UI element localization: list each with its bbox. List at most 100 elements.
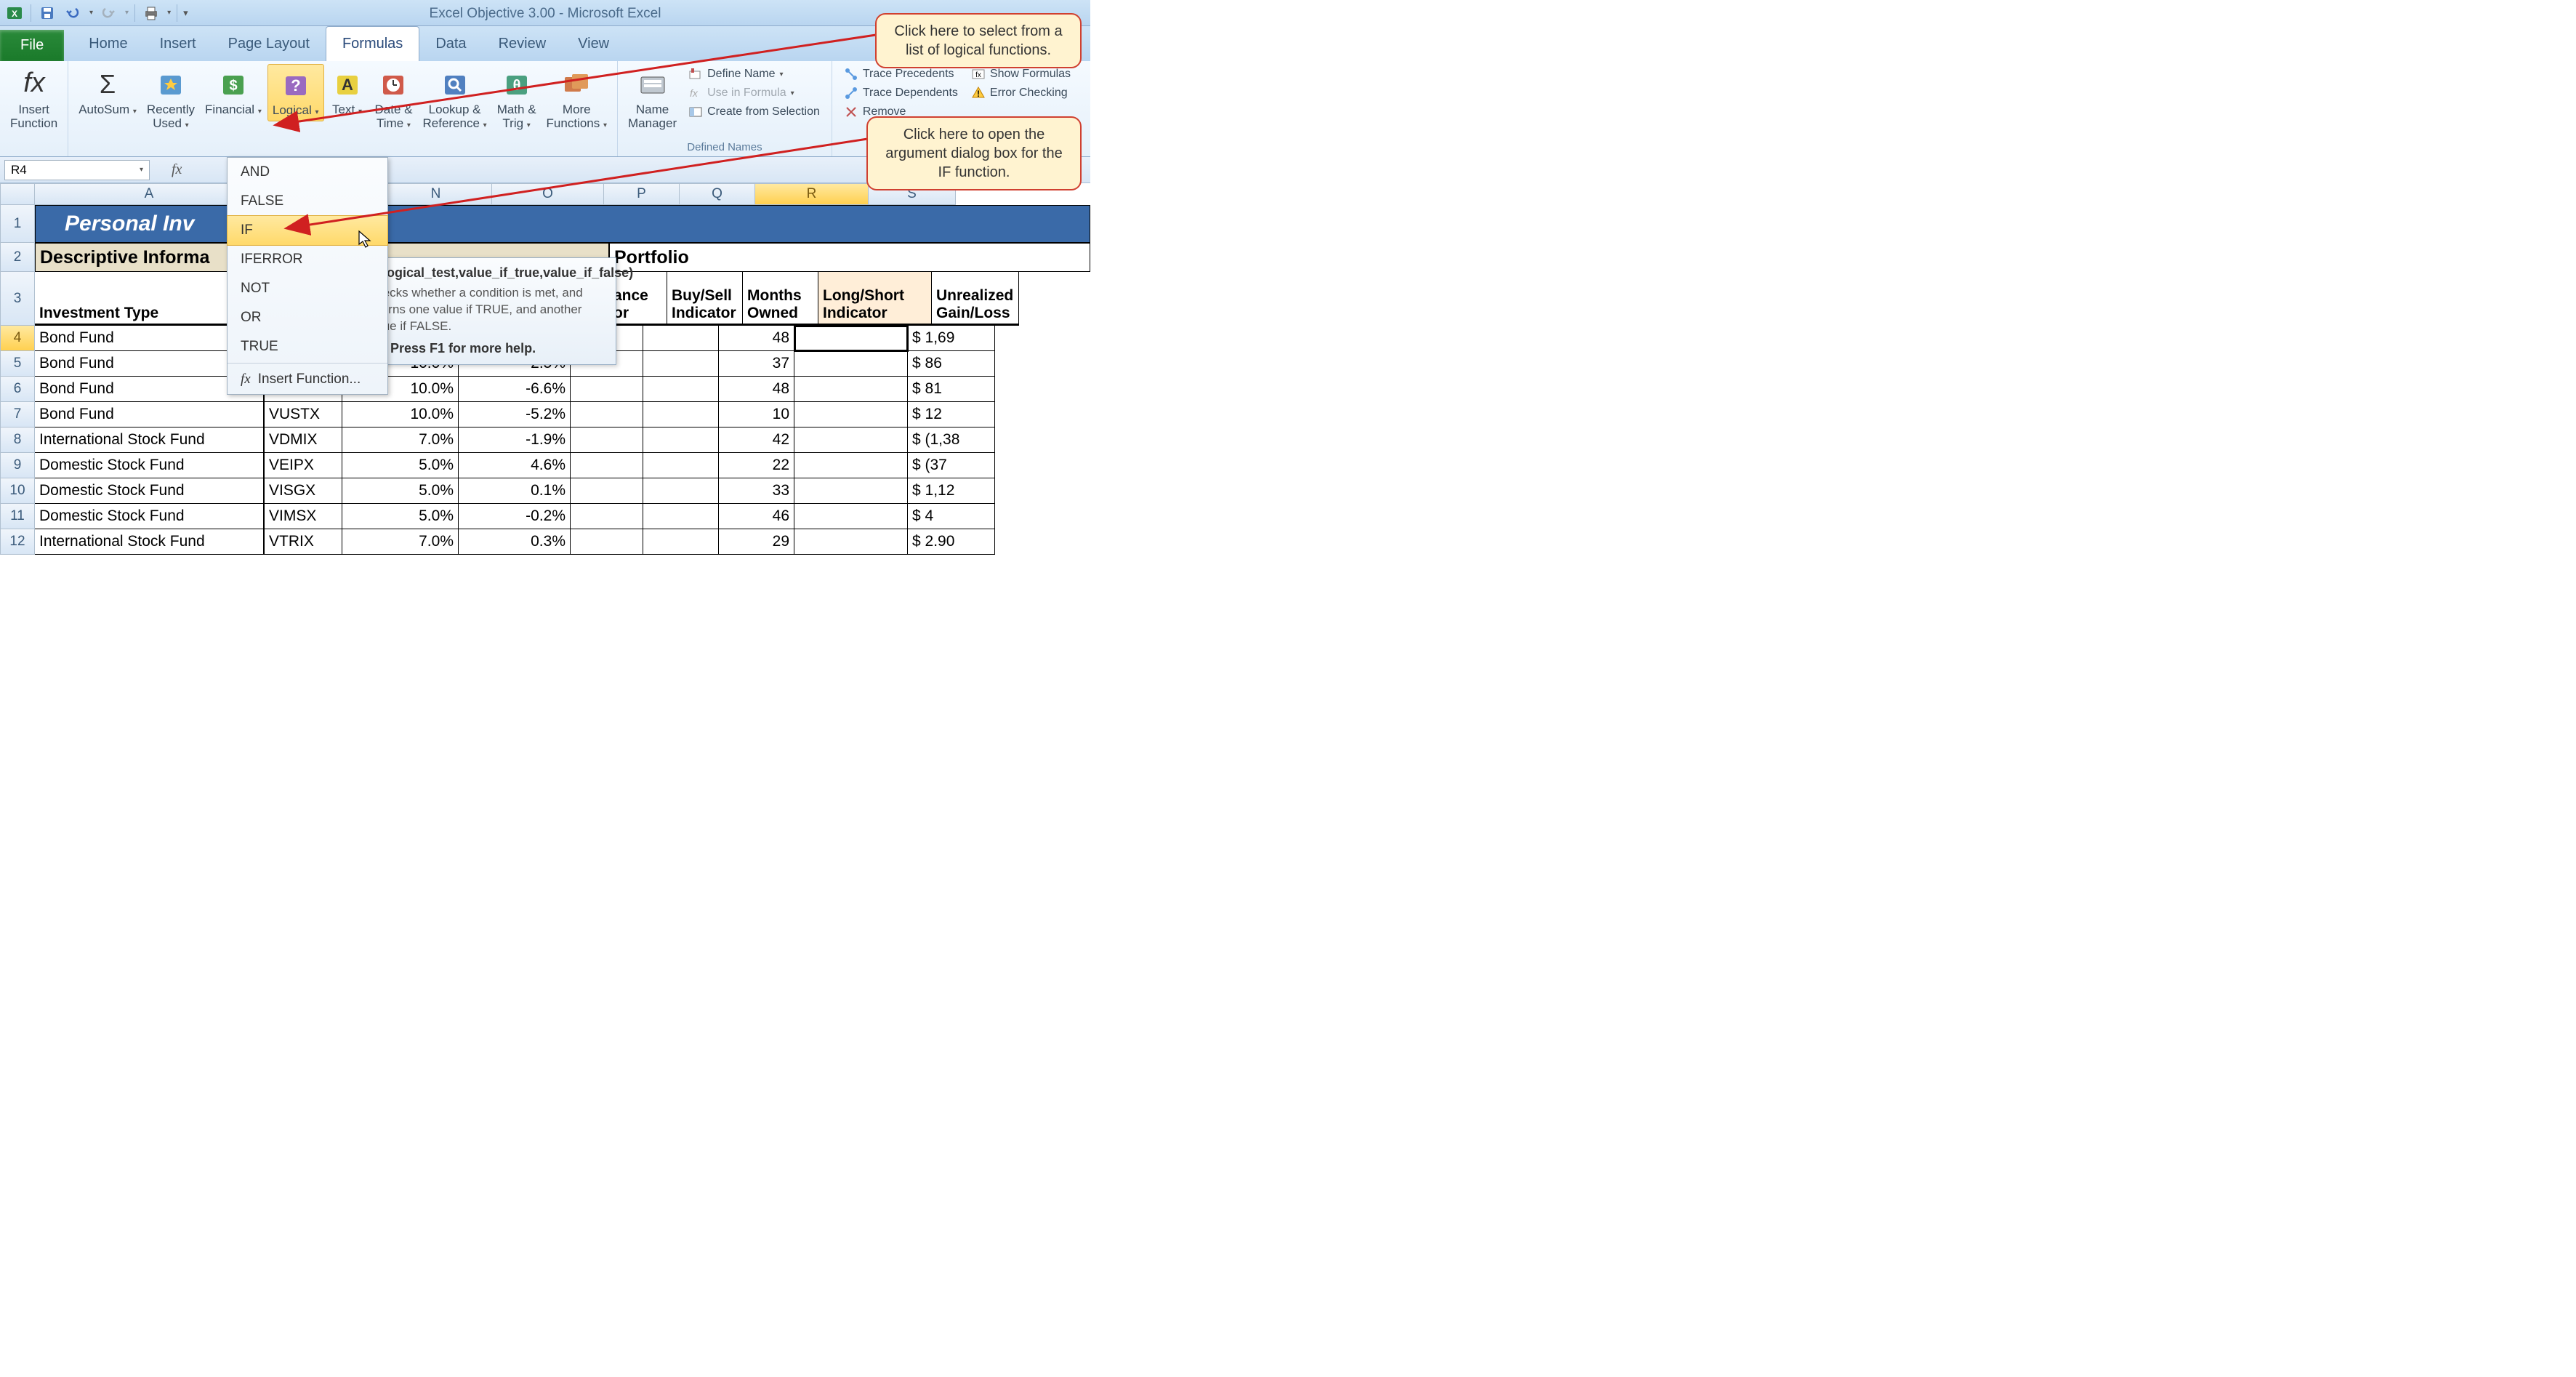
cell-p[interactable] <box>643 453 719 478</box>
undo-dropdown-icon[interactable]: ▾ <box>89 9 93 17</box>
cell-symbol[interactable]: VIMSX <box>264 504 342 529</box>
cell-n[interactable]: -5.2% <box>459 402 571 427</box>
cell-symbol[interactable]: VTRIX <box>264 529 342 555</box>
cell-n[interactable]: 4.6% <box>459 453 571 478</box>
cell-m[interactable]: 7.0% <box>342 427 459 453</box>
col-header-Q[interactable]: Q <box>680 183 755 205</box>
row-header-6[interactable]: 6 <box>0 377 35 402</box>
cell-o[interactable] <box>571 377 643 402</box>
trace-dependents-link[interactable]: Trace Dependents <box>841 84 961 102</box>
cell-p[interactable] <box>643 402 719 427</box>
cell-s[interactable]: $ 81 <box>908 377 995 402</box>
cell-type[interactable]: Domestic Stock Fund <box>35 453 264 478</box>
cell-symbol[interactable]: VUSTX <box>264 402 342 427</box>
cell-q[interactable]: 33 <box>719 478 794 504</box>
cell-symbol[interactable]: VDMIX <box>264 427 342 453</box>
cell-m[interactable]: 5.0% <box>342 453 459 478</box>
cell-p[interactable] <box>643 529 719 555</box>
dd-not[interactable]: NOT <box>228 274 387 303</box>
financial-button[interactable]: $Financial ▾ <box>201 64 266 120</box>
name-box[interactable]: R4▾ <box>4 160 150 180</box>
cell-r[interactable] <box>794 478 908 504</box>
cell-q[interactable]: 10 <box>719 402 794 427</box>
cell-symbol[interactable]: VISGX <box>264 478 342 504</box>
date-time-button[interactable]: Date &Time ▾ <box>371 64 417 133</box>
cell-n[interactable]: -1.9% <box>459 427 571 453</box>
cell-p[interactable] <box>643 326 719 351</box>
cell-r[interactable] <box>794 453 908 478</box>
cell-p[interactable] <box>643 377 719 402</box>
cell-q[interactable]: 22 <box>719 453 794 478</box>
insert-function-button[interactable]: fx InsertFunction <box>6 64 62 133</box>
cell-m[interactable]: 10.0% <box>342 402 459 427</box>
cell-type[interactable]: International Stock Fund <box>35 529 264 555</box>
cell-p[interactable] <box>643 427 719 453</box>
cell-s[interactable]: $ (37 <box>908 453 995 478</box>
cell-q[interactable]: 42 <box>719 427 794 453</box>
save-icon[interactable] <box>37 3 57 23</box>
print-icon[interactable] <box>141 3 161 23</box>
col-header-N[interactable]: N <box>380 183 492 205</box>
more-functions-button[interactable]: MoreFunctions ▾ <box>542 64 611 133</box>
dd-true[interactable]: TRUE <box>228 332 387 361</box>
row-header-12[interactable]: 12 <box>0 529 35 555</box>
cell-o[interactable] <box>571 529 643 555</box>
cell-s[interactable]: $ 1,69 <box>908 326 995 351</box>
cell-n[interactable]: 0.3% <box>459 529 571 555</box>
fx-button[interactable]: fx <box>172 161 182 178</box>
recently-used-button[interactable]: RecentlyUsed ▾ <box>142 64 199 133</box>
cell-p[interactable] <box>643 504 719 529</box>
col-header-O[interactable]: O <box>492 183 604 205</box>
tab-insert[interactable]: Insert <box>144 27 212 61</box>
row-header-4[interactable]: 4 <box>0 326 35 351</box>
cell-o[interactable] <box>571 427 643 453</box>
cell-p[interactable] <box>643 478 719 504</box>
col-header-P[interactable]: P <box>604 183 680 205</box>
cell-o[interactable] <box>571 402 643 427</box>
math-trig-button[interactable]: θMath &Trig ▾ <box>493 64 541 133</box>
qat-customize-icon[interactable]: ▾ <box>183 7 188 19</box>
row-header-8[interactable]: 8 <box>0 427 35 453</box>
cell-o[interactable] <box>571 504 643 529</box>
cell-r[interactable] <box>794 504 908 529</box>
text-button[interactable]: AText ▾ <box>326 64 369 120</box>
tab-review[interactable]: Review <box>483 27 563 61</box>
name-manager-button[interactable]: NameManager <box>624 64 681 133</box>
cell-r[interactable] <box>794 427 908 453</box>
dd-insert-function[interactable]: fxInsert Function... <box>228 365 387 394</box>
dd-or[interactable]: OR <box>228 303 387 332</box>
row-header-9[interactable]: 9 <box>0 453 35 478</box>
cell-n[interactable]: -0.2% <box>459 504 571 529</box>
cell-s[interactable]: $ 4 <box>908 504 995 529</box>
cell-q[interactable]: 46 <box>719 504 794 529</box>
cell-n[interactable]: 0.1% <box>459 478 571 504</box>
row-header-11[interactable]: 11 <box>0 504 35 529</box>
cell-o[interactable] <box>571 478 643 504</box>
cell-s[interactable]: $ 86 <box>908 351 995 377</box>
cell-type[interactable]: Bond Fund <box>35 402 264 427</box>
create-from-selection-link[interactable]: Create from Selection <box>685 103 823 121</box>
cell-m[interactable]: 7.0% <box>342 529 459 555</box>
cell-symbol[interactable]: VEIPX <box>264 453 342 478</box>
undo-icon[interactable] <box>63 3 84 23</box>
excel-icon[interactable]: X <box>4 3 25 23</box>
cell-s[interactable]: $ 2.90 <box>908 529 995 555</box>
cell-q[interactable]: 48 <box>719 377 794 402</box>
row-header-3[interactable]: 3 <box>0 272 35 326</box>
logical-button[interactable]: ?Logical ▾ <box>267 64 324 121</box>
cell-m[interactable]: 5.0% <box>342 504 459 529</box>
tab-page-layout[interactable]: Page Layout <box>212 27 326 61</box>
dd-false[interactable]: FALSE <box>228 187 387 216</box>
cell-q[interactable]: 48 <box>719 326 794 351</box>
row-header-5[interactable]: 5 <box>0 351 35 377</box>
print-dropdown-icon[interactable]: ▾ <box>167 9 171 17</box>
cell-s[interactable]: $ 1,12 <box>908 478 995 504</box>
tab-home[interactable]: Home <box>73 27 143 61</box>
cell-s[interactable]: $ (1,38 <box>908 427 995 453</box>
namebox-dropdown-icon[interactable]: ▾ <box>140 166 143 174</box>
redo-icon[interactable] <box>99 3 119 23</box>
tab-view[interactable]: View <box>562 27 625 61</box>
row-header-7[interactable]: 7 <box>0 402 35 427</box>
tab-data[interactable]: Data <box>419 27 482 61</box>
cell-r[interactable] <box>794 529 908 555</box>
